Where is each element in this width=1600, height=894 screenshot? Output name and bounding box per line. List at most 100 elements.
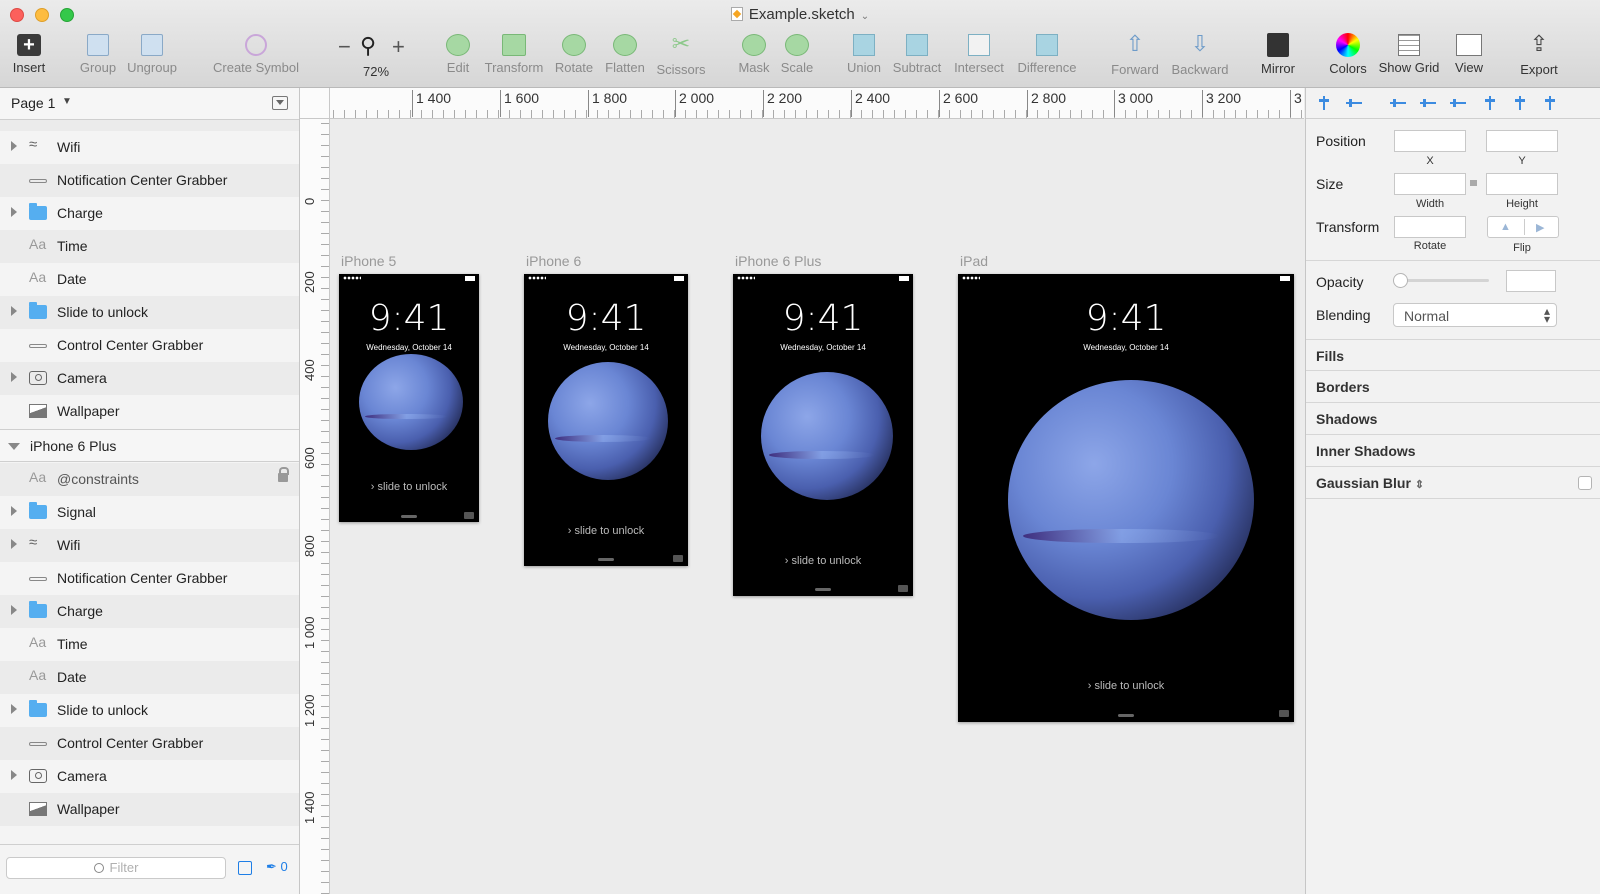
- artboard-title-iphone-6[interactable]: iPhone 6: [526, 253, 581, 269]
- disclosure-triangle-icon[interactable]: [11, 605, 17, 615]
- flip-horizontal-icon[interactable]: ▲: [1500, 221, 1511, 233]
- layer-row-control-center-grabber[interactable]: Control Center Grabber: [0, 329, 299, 362]
- height-field[interactable]: [1486, 173, 1558, 195]
- filter-input[interactable]: Filter: [6, 857, 226, 879]
- flatten-button[interactable]: Flatten: [602, 32, 648, 75]
- layer-row-camera[interactable]: Camera: [0, 362, 299, 395]
- vertical-ruler[interactable]: 0 200 400 600 800 1 000 1 200 1 400: [300, 119, 330, 894]
- layer-row-wifi[interactable]: ≈ Wifi: [0, 131, 299, 164]
- rotate-button[interactable]: Rotate: [552, 32, 596, 75]
- backward-button[interactable]: ⇩ Backward: [1168, 32, 1232, 78]
- layer-row-camera[interactable]: Camera: [0, 760, 299, 793]
- zoom-out-button[interactable]: −: [338, 34, 351, 60]
- union-button[interactable]: Union: [844, 32, 884, 75]
- design-canvas[interactable]: iPhone 5 9:41 Wednesday, October 14 › sl…: [331, 120, 1304, 894]
- page-selector[interactable]: Page 1 ▼: [0, 88, 299, 120]
- align-bottom-icon[interactable]: [1542, 96, 1558, 110]
- fills-section[interactable]: Fills: [1306, 339, 1600, 371]
- disclosure-triangle-icon[interactable]: [11, 372, 17, 382]
- create-symbol-button[interactable]: Create Symbol: [210, 32, 302, 75]
- width-field[interactable]: [1394, 173, 1466, 195]
- blending-select[interactable]: Normal ▴ ▾: [1393, 303, 1557, 327]
- layer-row-signal[interactable]: Signal: [0, 496, 299, 529]
- align-top-icon[interactable]: [1482, 96, 1498, 110]
- disclosure-triangle-icon[interactable]: [11, 704, 17, 714]
- edit-button[interactable]: Edit: [440, 32, 476, 75]
- distribute-horizontal-icon[interactable]: [1316, 96, 1332, 110]
- opacity-field[interactable]: [1506, 270, 1556, 292]
- mask-button[interactable]: Mask: [736, 32, 772, 75]
- disclosure-triangle-icon[interactable]: [11, 539, 17, 549]
- transform-button[interactable]: Transform: [482, 32, 546, 75]
- edited-layers-filter[interactable]: ✒ 0: [266, 859, 288, 875]
- subtract-button[interactable]: Subtract: [888, 32, 946, 75]
- inner-shadows-section[interactable]: Inner Shadows: [1306, 435, 1600, 467]
- rotate-field[interactable]: [1394, 216, 1466, 238]
- flip-vertical-icon[interactable]: ▶: [1536, 221, 1544, 234]
- insert-button[interactable]: + Insert: [8, 32, 50, 75]
- layer-row-control-center-grabber[interactable]: Control Center Grabber: [0, 727, 299, 760]
- scissors-button[interactable]: ✂ Scissors: [654, 32, 708, 78]
- artboard-ipad[interactable]: 9:41 Wednesday, October 14 › slide to un…: [958, 274, 1294, 722]
- layer-row-slide-to-unlock[interactable]: Slide to unlock: [0, 694, 299, 727]
- gaussian-blur-section[interactable]: Gaussian Blur ⇕: [1306, 467, 1600, 499]
- forward-button[interactable]: ⇧ Forward: [1108, 32, 1162, 78]
- lock-icon[interactable]: [278, 467, 289, 482]
- layer-row-notification-center-grabber[interactable]: Notification Center Grabber: [0, 562, 299, 595]
- mirror-button[interactable]: Mirror: [1256, 32, 1300, 76]
- scale-button[interactable]: Scale: [778, 32, 816, 75]
- layer-row-wallpaper[interactable]: Wallpaper: [0, 395, 299, 428]
- difference-button[interactable]: Difference: [1012, 32, 1082, 75]
- symbols-filter-icon[interactable]: [238, 861, 252, 875]
- layer-row-wallpaper[interactable]: Wallpaper: [0, 793, 299, 826]
- intersect-button[interactable]: Intersect: [950, 32, 1008, 75]
- lock-ratio-icon[interactable]: [1470, 180, 1477, 186]
- view-button[interactable]: View: [1448, 32, 1490, 75]
- disclosure-triangle-icon[interactable]: [11, 770, 17, 780]
- ungroup-button[interactable]: Ungroup: [124, 32, 180, 75]
- artboard-iphone-6-plus[interactable]: 9:41 Wednesday, October 14 › slide to un…: [733, 274, 913, 596]
- align-horizontal-center-icon[interactable]: [1420, 96, 1436, 110]
- layer-row-iphone-6-plus-artboard[interactable]: iPhone 6 Plus: [0, 429, 299, 462]
- layer-row-date[interactable]: Aa Date: [0, 263, 299, 296]
- layer-row-charge[interactable]: Charge: [0, 197, 299, 230]
- layer-row-time[interactable]: Aa Time: [0, 628, 299, 661]
- magnifier-icon[interactable]: ⚲: [360, 33, 376, 59]
- layer-row-notification-center-grabber[interactable]: Notification Center Grabber: [0, 164, 299, 197]
- layer-row-date[interactable]: Aa Date: [0, 661, 299, 694]
- align-right-icon[interactable]: [1450, 96, 1466, 110]
- artboard-iphone-5[interactable]: 9:41 Wednesday, October 14 › slide to un…: [339, 274, 479, 522]
- zoom-value[interactable]: 72%: [356, 64, 396, 79]
- document-title[interactable]: Example.sketch ⌄: [0, 6, 1600, 23]
- position-y-field[interactable]: [1486, 130, 1558, 152]
- shadows-section[interactable]: Shadows: [1306, 403, 1600, 435]
- flip-control[interactable]: ▲ ▶: [1487, 216, 1559, 238]
- group-button[interactable]: Group: [76, 32, 120, 75]
- disclosure-triangle-icon[interactable]: [11, 141, 17, 151]
- disclosure-triangle-icon[interactable]: [11, 207, 17, 217]
- layer-row-wifi[interactable]: ≈ Wifi: [0, 529, 299, 562]
- zoom-in-button[interactable]: +: [392, 34, 405, 60]
- show-grid-button[interactable]: Show Grid: [1376, 32, 1442, 75]
- align-left-icon[interactable]: [1390, 96, 1406, 110]
- borders-section[interactable]: Borders: [1306, 371, 1600, 403]
- position-x-field[interactable]: [1394, 130, 1466, 152]
- collapse-pages-icon[interactable]: [272, 96, 288, 110]
- layer-row-constraints[interactable]: Aa @constraints: [0, 463, 299, 496]
- distribute-vertical-icon[interactable]: [1346, 96, 1362, 110]
- artboard-title-iphone-6-plus[interactable]: iPhone 6 Plus: [735, 253, 821, 269]
- layer-row-partial[interactable]: [0, 120, 299, 131]
- gaussian-blur-checkbox[interactable]: [1578, 476, 1592, 490]
- horizontal-ruler[interactable]: 1 400 1 600 1 800 2 000 2 200 2 400 2 60…: [300, 88, 1304, 119]
- disclosure-triangle-icon[interactable]: [11, 506, 17, 516]
- export-button[interactable]: ⇪ Export: [1518, 32, 1560, 78]
- colors-button[interactable]: Colors: [1326, 32, 1370, 76]
- align-vertical-center-icon[interactable]: [1512, 96, 1528, 110]
- disclosure-triangle-icon[interactable]: [11, 306, 17, 316]
- disclosure-triangle-open-icon[interactable]: [8, 443, 20, 450]
- opacity-slider-knob[interactable]: [1393, 273, 1408, 288]
- artboard-title-iphone-5[interactable]: iPhone 5: [341, 253, 396, 269]
- opacity-slider[interactable]: [1393, 273, 1489, 288]
- artboard-title-ipad[interactable]: iPad: [960, 253, 988, 269]
- layer-row-charge[interactable]: Charge: [0, 595, 299, 628]
